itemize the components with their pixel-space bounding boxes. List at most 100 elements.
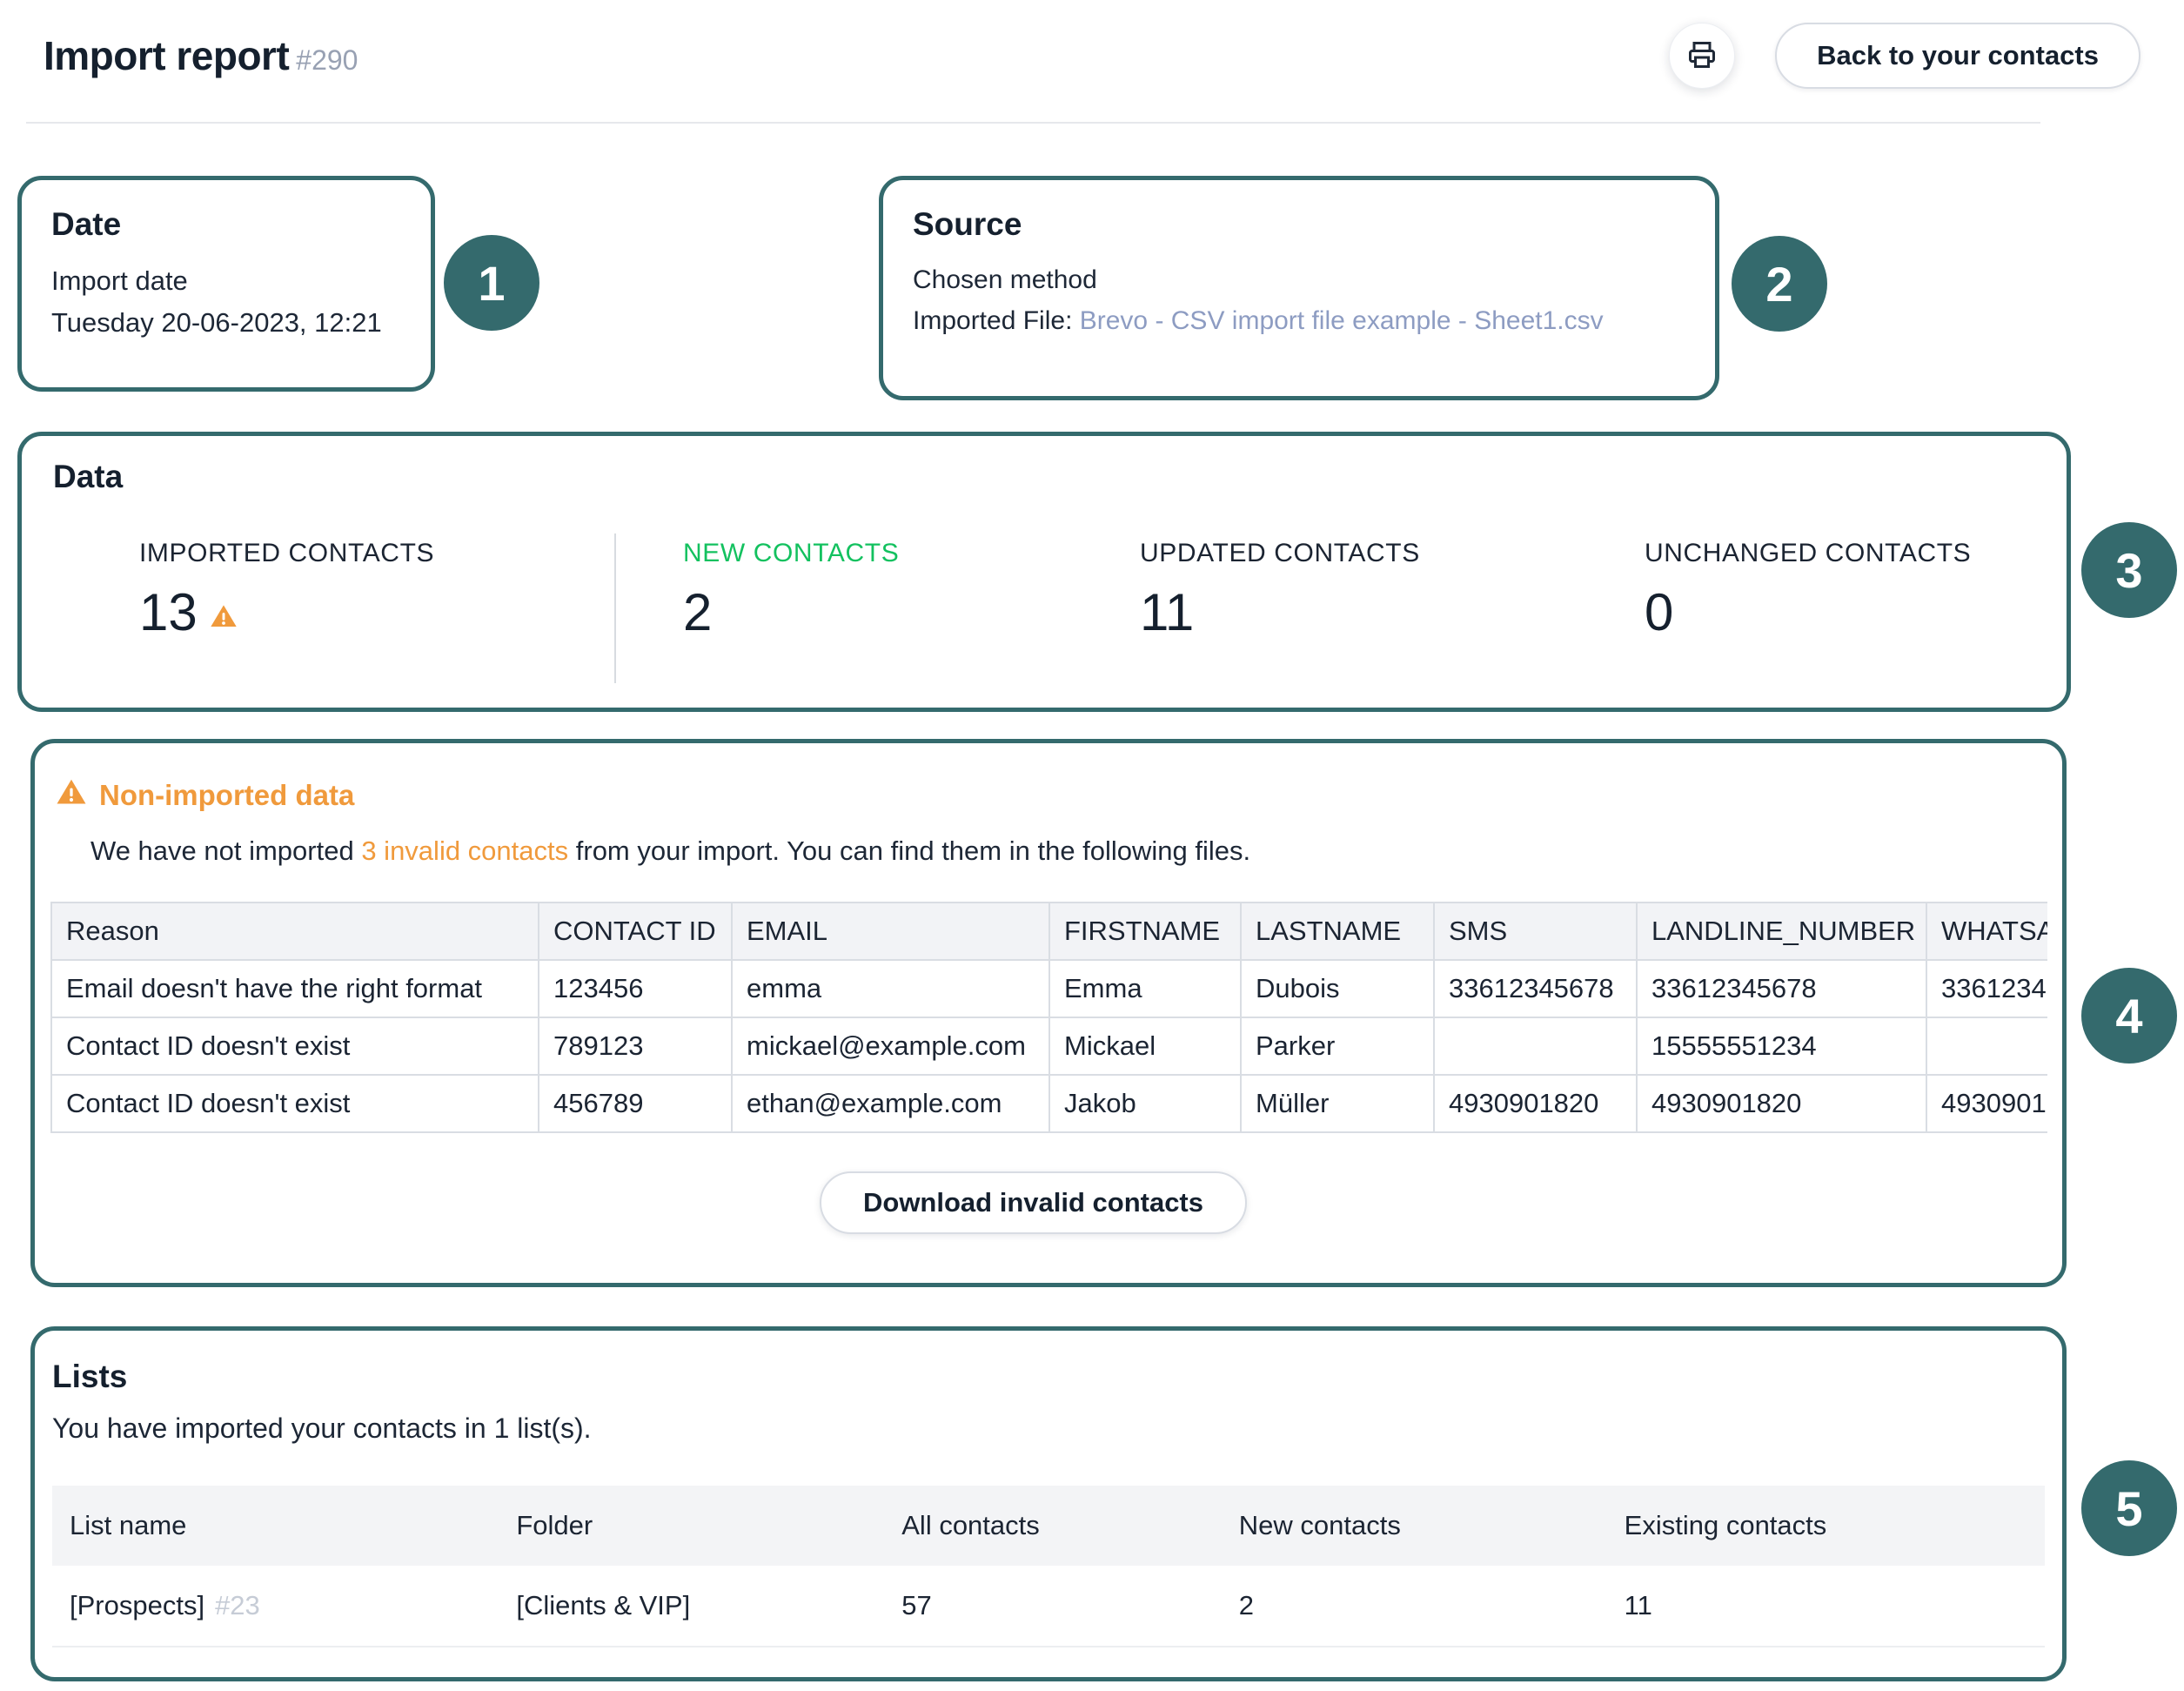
- stat-unchanged-contacts: UNCHANGED CONTACTS 0: [1645, 539, 1971, 642]
- cell-contact-id: 456789: [539, 1075, 732, 1132]
- column-header-folder: Folder: [499, 1486, 884, 1566]
- cell-new-contacts: 2: [1222, 1566, 1607, 1647]
- import-date-label: Import date: [51, 260, 401, 302]
- table-row: Contact ID doesn't exist 789123 mickael@…: [51, 1017, 2047, 1075]
- cell-lastname: Müller: [1241, 1075, 1434, 1132]
- cell-reason: Email doesn't have the right format: [51, 960, 539, 1017]
- print-button[interactable]: [1669, 23, 1735, 89]
- column-header-email: EMAIL: [732, 903, 1049, 960]
- list-id: #23: [215, 1590, 260, 1621]
- annotation-badge-3: 3: [2081, 522, 2177, 618]
- cell-email: mickael@example.com: [732, 1017, 1049, 1075]
- column-header-list-name: List name: [52, 1486, 499, 1566]
- lists-card-title: Lists: [52, 1359, 2045, 1395]
- report-id: #290: [296, 44, 358, 77]
- non-imported-title: Non-imported data: [99, 779, 354, 812]
- cell-whatsapp: 4930901820: [1926, 1075, 2047, 1132]
- cell-sms: [1434, 1017, 1637, 1075]
- page-title: Import report: [44, 32, 289, 79]
- lists-table: List name Folder All contacts New contac…: [52, 1486, 2045, 1647]
- column-header-sms: SMS: [1434, 903, 1637, 960]
- cell-existing-contacts: 11: [1607, 1566, 2045, 1647]
- topbar: Import report #290 Back to your contacts: [0, 0, 2184, 115]
- cell-list-name: [Prospects] #23: [52, 1566, 499, 1647]
- stat-label: IMPORTED CONTACTS: [139, 539, 434, 568]
- date-card-title: Date: [51, 206, 401, 243]
- column-header-contact-id: CONTACT ID: [539, 903, 732, 960]
- table-header-row: Reason CONTACT ID EMAIL FIRSTNAME LASTNA…: [51, 903, 2047, 960]
- title-wrap: Import report #290: [44, 32, 358, 79]
- stat-imported-contacts: IMPORTED CONTACTS 13: [139, 539, 434, 642]
- source-card: Source Chosen method Imported File: Brev…: [879, 176, 1719, 400]
- cell-reason: Contact ID doesn't exist: [51, 1075, 539, 1132]
- cell-reason: Contact ID doesn't exist: [51, 1017, 539, 1075]
- stat-label: NEW CONTACTS: [683, 539, 899, 568]
- column-header-all-contacts: All contacts: [884, 1486, 1222, 1566]
- column-header-existing-contacts: Existing contacts: [1607, 1486, 2045, 1566]
- data-card-title: Data: [53, 459, 2067, 495]
- non-imported-message: We have not imported 3 invalid contacts …: [90, 830, 2062, 872]
- stat-value: 11: [1140, 582, 1420, 642]
- source-card-title: Source: [913, 206, 1689, 243]
- invalid-contacts-highlight: 3 invalid contacts: [361, 835, 568, 866]
- invalid-contacts-table-wrapper: Reason CONTACT ID EMAIL FIRSTNAME LASTNA…: [50, 902, 2047, 1133]
- cell-folder: [Clients & VIP]: [499, 1566, 884, 1647]
- topbar-actions: Back to your contacts: [1669, 23, 2140, 89]
- cell-email: ethan@example.com: [732, 1075, 1049, 1132]
- list-name: [Prospects]: [70, 1590, 204, 1621]
- lists-card: Lists You have imported your contacts in…: [30, 1326, 2067, 1681]
- stat-value: 2: [683, 582, 899, 642]
- annotation-badge-2: 2: [1732, 236, 1827, 332]
- column-header-new-contacts: New contacts: [1222, 1486, 1607, 1566]
- date-card: Date Import date Tuesday 20-06-2023, 12:…: [17, 176, 435, 392]
- stat-label: UNCHANGED CONTACTS: [1645, 539, 1971, 568]
- cell-firstname: Mickael: [1049, 1017, 1241, 1075]
- date-source-row: Date Import date Tuesday 20-06-2023, 12:…: [17, 176, 2184, 400]
- warning-triangle-icon: [56, 776, 87, 815]
- data-card: Data IMPORTED CONTACTS 13 NEW CONTACTS 2…: [17, 432, 2071, 712]
- header-divider: [26, 122, 2040, 124]
- download-button-row: Download invalid contacts: [35, 1171, 2032, 1234]
- cell-landline: 4930901820: [1637, 1075, 1926, 1132]
- cell-contact-id: 789123: [539, 1017, 732, 1075]
- column-header-firstname: FIRSTNAME: [1049, 903, 1241, 960]
- list-row: [Prospects] #23 [Clients & VIP] 57 2 11: [52, 1566, 2045, 1647]
- stats-divider: [614, 533, 616, 683]
- cell-landline: 15555551234: [1637, 1017, 1926, 1075]
- imported-file-prefix: Imported File:: [913, 306, 1080, 335]
- cell-lastname: Parker: [1241, 1017, 1434, 1075]
- message-suffix: from your import. You can find them in t…: [568, 835, 1250, 866]
- cell-whatsapp: 33612345678: [1926, 960, 2047, 1017]
- printer-icon: [1686, 39, 1718, 73]
- imported-file-line: Imported File: Brevo - CSV import file e…: [913, 301, 1689, 342]
- back-to-contacts-button[interactable]: Back to your contacts: [1775, 23, 2140, 89]
- chosen-method-label: Chosen method: [913, 260, 1689, 301]
- cell-all-contacts: 57: [884, 1566, 1222, 1647]
- cell-sms: 4930901820: [1434, 1075, 1637, 1132]
- invalid-contacts-table: Reason CONTACT ID EMAIL FIRSTNAME LASTNA…: [50, 902, 2047, 1133]
- annotation-badge-5: 5: [2081, 1460, 2177, 1556]
- stat-new-contacts: NEW CONTACTS 2: [683, 539, 899, 642]
- cell-firstname: Jakob: [1049, 1075, 1241, 1132]
- stat-label: UPDATED CONTACTS: [1140, 539, 1420, 568]
- column-header-lastname: LASTNAME: [1241, 903, 1434, 960]
- download-invalid-contacts-button[interactable]: Download invalid contacts: [820, 1171, 1247, 1234]
- stat-value: 0: [1645, 582, 1971, 642]
- imported-contacts-count: 13: [139, 582, 198, 642]
- column-header-reason: Reason: [51, 903, 539, 960]
- cell-contact-id: 123456: [539, 960, 732, 1017]
- cell-landline: 33612345678: [1637, 960, 1926, 1017]
- column-header-whatsapp: WHATSAPP: [1926, 903, 2047, 960]
- non-imported-card: Non-imported data We have not imported 3…: [30, 739, 2067, 1287]
- cell-whatsapp: [1926, 1017, 2047, 1075]
- imported-file-link[interactable]: Brevo - CSV import file example - Sheet1…: [1080, 306, 1604, 335]
- cell-firstname: Emma: [1049, 960, 1241, 1017]
- cell-lastname: Dubois: [1241, 960, 1434, 1017]
- annotation-badge-1: 1: [444, 235, 539, 331]
- warning-triangle-icon: [210, 582, 238, 642]
- table-row: Contact ID doesn't exist 456789 ethan@ex…: [51, 1075, 2047, 1132]
- non-imported-title-row: Non-imported data: [56, 776, 2062, 815]
- import-date-value: Tuesday 20-06-2023, 12:21: [51, 302, 401, 344]
- cell-email: emma: [732, 960, 1049, 1017]
- stat-value: 13: [139, 582, 434, 642]
